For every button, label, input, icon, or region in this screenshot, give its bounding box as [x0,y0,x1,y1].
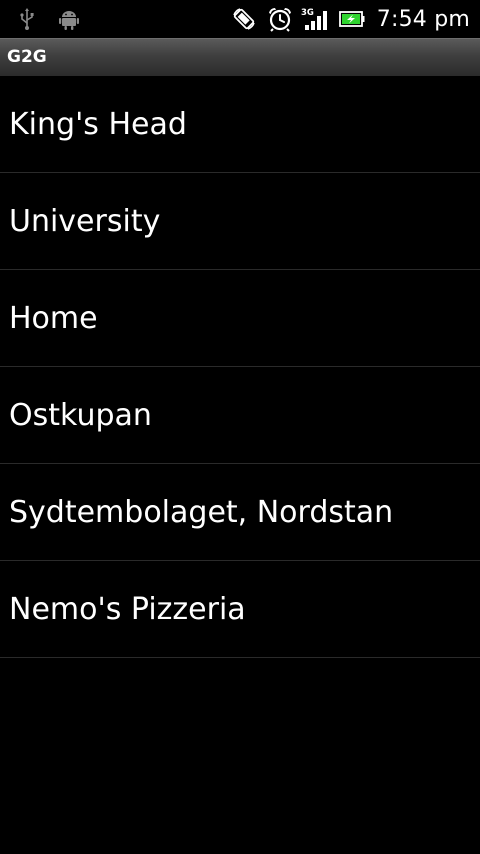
app-title: G2G [7,47,47,67]
list-item-label: Nemo's Pizzeria [9,591,246,627]
status-bar-notifications [14,6,82,32]
list-item-university[interactable]: University [0,173,480,270]
alarm-clock-icon [267,6,293,32]
app-title-bar: G2G [0,38,480,76]
android-debug-icon [56,6,82,32]
list-item-label: Home [9,300,98,336]
list-item-label: University [9,203,161,239]
list-item-ostkupan[interactable]: Ostkupan [0,367,480,464]
list-item-nemos-pizzeria[interactable]: Nemo's Pizzeria [0,561,480,658]
list-item-sydtembolaget-nordstan[interactable]: Sydtembolaget, Nordstan [0,464,480,561]
list-item-home[interactable]: Home [0,270,480,367]
list-item-label: Ostkupan [9,397,152,433]
battery-charging-icon [338,6,365,32]
list-item-label: Sydtembolaget, Nordstan [9,494,394,530]
status-bar-system: 3G 7:54 pm [231,4,470,34]
svg-text:3G: 3G [301,8,314,18]
place-list: King's Head University Home Ostkupan Syd… [0,76,480,658]
status-clock: 7:54 pm [376,6,470,32]
screen-rotation-icon [231,6,257,32]
status-bar: 3G 7:54 pm [0,0,480,38]
signal-3g-icon: 3G [301,6,329,32]
list-item-label: King's Head [9,106,187,142]
list-item-kings-head[interactable]: King's Head [0,76,480,173]
usb-icon [14,6,40,32]
